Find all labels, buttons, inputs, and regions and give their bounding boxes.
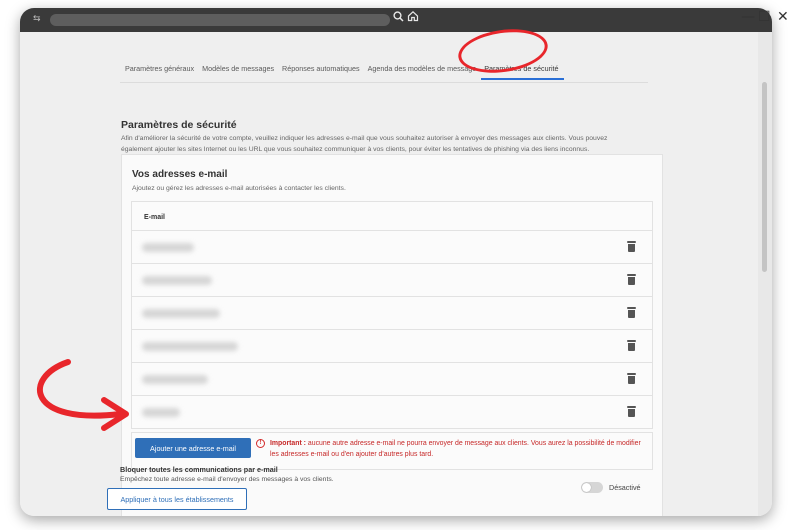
annotation-arrow	[37, 359, 129, 431]
